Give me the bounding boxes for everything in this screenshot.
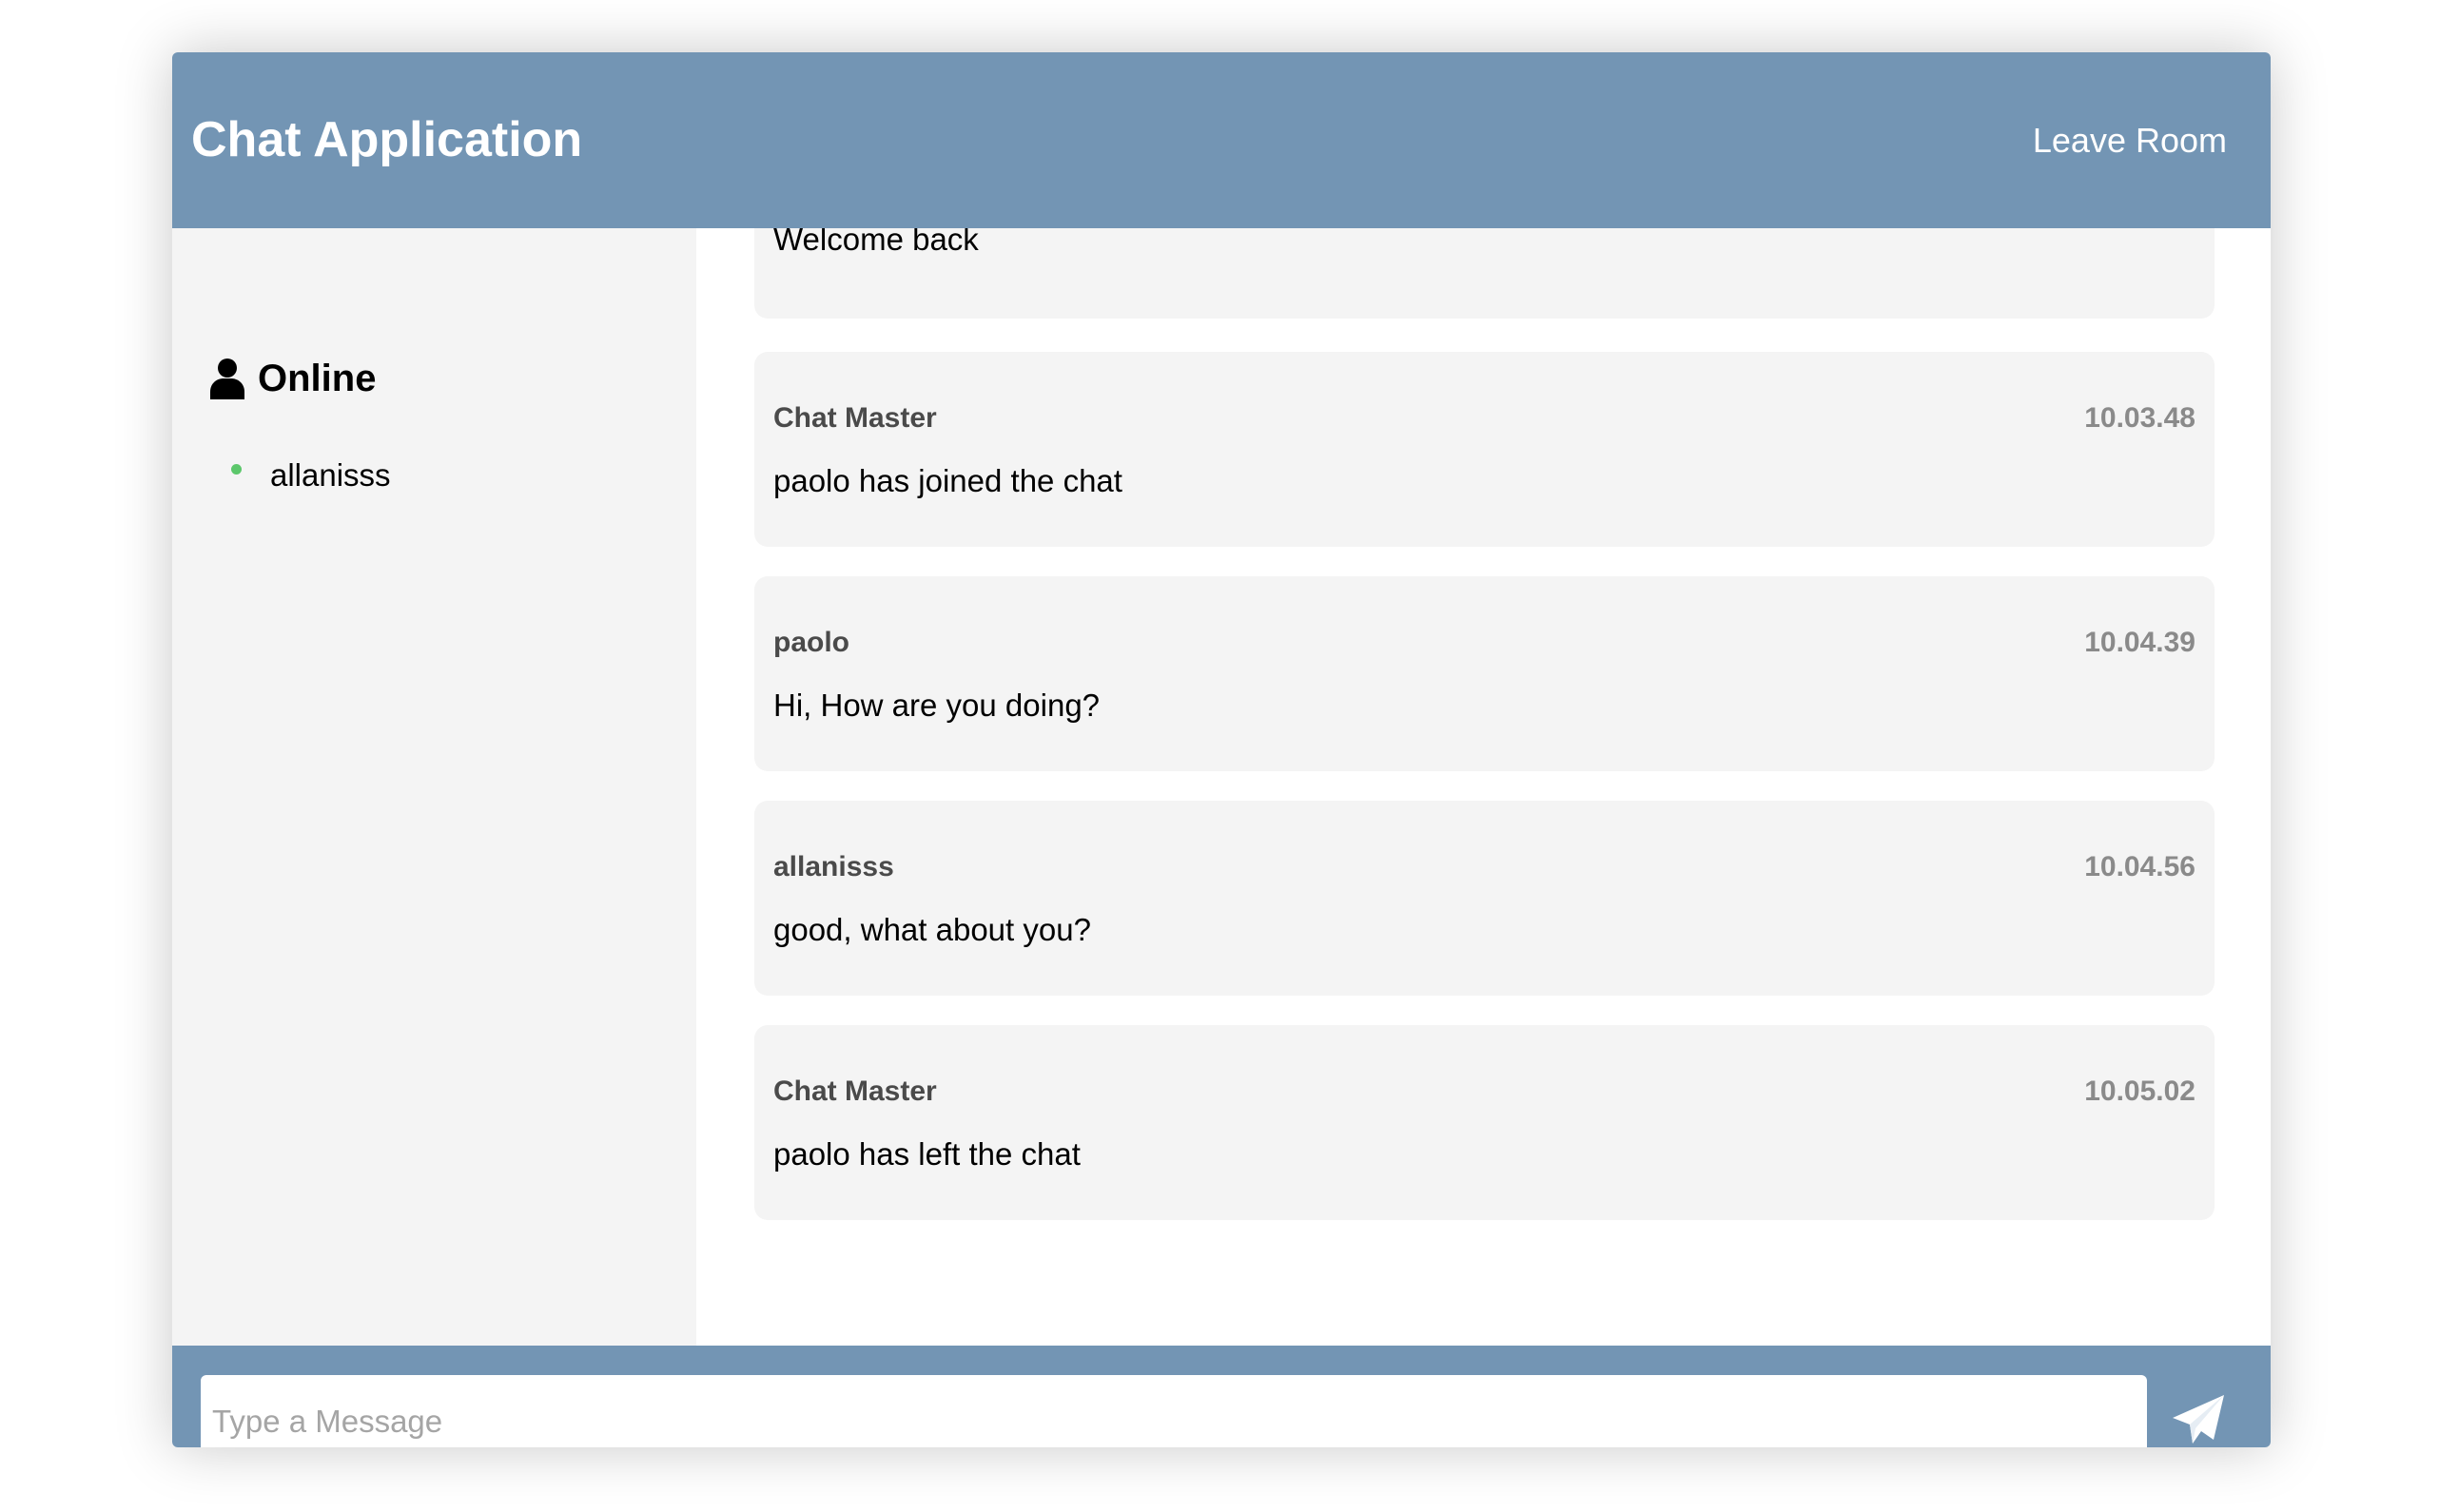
message-text: paolo has left the chat bbox=[773, 1136, 1081, 1172]
user-icon bbox=[210, 358, 244, 399]
send-button[interactable] bbox=[2170, 1389, 2233, 1447]
message-time: 10.04.56 bbox=[2084, 851, 2195, 882]
message-card: allanisss 10.04.56 good, what about you? bbox=[754, 801, 2215, 996]
leave-room-button[interactable]: Leave Room bbox=[2027, 117, 2233, 165]
paper-plane-icon bbox=[2170, 1392, 2233, 1447]
message-card: Welcome back bbox=[754, 228, 2215, 319]
message-time: 10.05.02 bbox=[2084, 1076, 2195, 1107]
message-time: 10.04.39 bbox=[2084, 627, 2195, 658]
online-user-item: allanisss bbox=[231, 453, 391, 498]
chat-app-window: Chat Application Leave Room Online allan… bbox=[172, 52, 2271, 1447]
message-card: Chat Master 10.03.48 paolo has joined th… bbox=[754, 352, 2215, 547]
online-user-list: allanisss bbox=[231, 453, 391, 498]
app-header: Chat Application Leave Room bbox=[172, 52, 2271, 228]
message-text: paolo has joined the chat bbox=[773, 463, 1122, 498]
message-text: Welcome back bbox=[773, 228, 979, 257]
online-users-sidebar: Online allanisss bbox=[172, 228, 696, 1346]
message-sender: Chat Master bbox=[773, 1076, 937, 1107]
message-text: good, what about you? bbox=[773, 912, 1091, 947]
message-time: 10.03.48 bbox=[2084, 402, 2195, 434]
composer-bar bbox=[172, 1346, 2271, 1447]
online-status-dot bbox=[231, 463, 242, 475]
app-title: Chat Application bbox=[191, 112, 583, 167]
message-list[interactable]: Welcome back Chat Master 10.03.48 paolo … bbox=[696, 228, 2271, 1346]
message-sender: Chat Master bbox=[773, 402, 937, 434]
message-text: Hi, How are you doing? bbox=[773, 688, 1101, 723]
message-sender: allanisss bbox=[773, 851, 894, 882]
message-input[interactable] bbox=[201, 1375, 2147, 1447]
online-user-name: allanisss bbox=[270, 457, 391, 493]
message-sender: paolo bbox=[773, 627, 849, 658]
online-heading: Online bbox=[210, 352, 376, 405]
message-card: Chat Master 10.05.02 paolo has left the … bbox=[754, 1025, 2215, 1220]
message-card: paolo 10.04.39 Hi, How are you doing? bbox=[754, 576, 2215, 771]
online-heading-label: Online bbox=[258, 358, 377, 399]
